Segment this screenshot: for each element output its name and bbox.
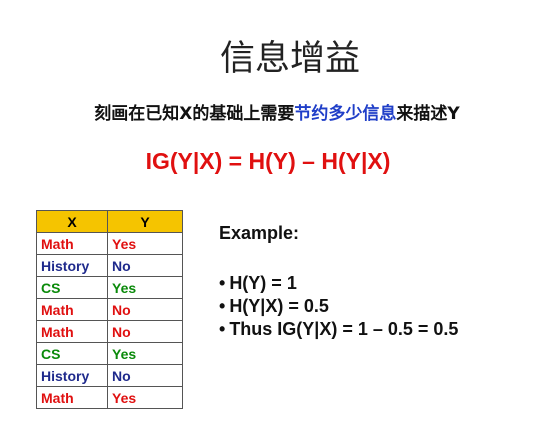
table-row: CS Yes bbox=[36, 342, 183, 365]
table-row: Math No bbox=[36, 298, 183, 321]
table-cell-y: Yes bbox=[107, 276, 183, 299]
example-bullet: • H(Y|X) = 0.5 bbox=[219, 295, 458, 318]
table-cell-y: Yes bbox=[107, 386, 183, 409]
table-row: History No bbox=[36, 254, 183, 277]
table-header-x: X bbox=[36, 210, 108, 233]
bullet-dot-icon: • bbox=[219, 273, 226, 293]
table-cell-y: No bbox=[107, 320, 183, 343]
table-cell-x: Math bbox=[36, 232, 108, 255]
example-bullet: • H(Y) = 1 bbox=[219, 272, 458, 295]
table-header-y: Y bbox=[107, 210, 183, 233]
example-bullet-text: H(Y) = 1 bbox=[229, 273, 297, 293]
table-cell-y: No bbox=[107, 298, 183, 321]
table-cell-x: Math bbox=[36, 320, 108, 343]
table-cell-x: History bbox=[36, 254, 108, 277]
subtitle-text-after: 来描述Y bbox=[396, 104, 460, 124]
subtitle-highlight: 节约多少信息 bbox=[294, 104, 397, 124]
table-cell-y: Yes bbox=[107, 342, 183, 365]
example-heading: Example: bbox=[219, 223, 300, 243]
slide-subtitle: 刻画在已知X的基础上需要节约多少信息来描述Y bbox=[0, 99, 554, 124]
slide: 信息增益 刻画在已知X的基础上需要节约多少信息来描述Y IG(Y|X) = H(… bbox=[0, 0, 554, 440]
table-row: Math Yes bbox=[36, 232, 183, 255]
table-row: Math No bbox=[36, 320, 183, 343]
table-cell-y: Yes bbox=[107, 232, 183, 255]
xy-table: X Y Math Yes History No CS Yes Math No M bbox=[36, 210, 183, 409]
subtitle-text-before: 刻画在已知X的基础上需要 bbox=[94, 104, 295, 124]
table-cell-x: History bbox=[36, 364, 108, 387]
example-bullet-text: Thus IG(Y|X) = 1 – 0.5 = 0.5 bbox=[229, 319, 459, 339]
table-header-row: X Y bbox=[36, 210, 183, 233]
bullet-dot-icon: • bbox=[219, 296, 226, 316]
table-cell-x: CS bbox=[36, 342, 108, 365]
table-cell-y: No bbox=[107, 364, 183, 387]
table-cell-x: Math bbox=[36, 298, 108, 321]
table-row: Math Yes bbox=[36, 386, 183, 409]
example-bullet-text: H(Y|X) = 0.5 bbox=[229, 296, 329, 316]
example-bullet-list: • H(Y) = 1 • H(Y|X) = 0.5 • Thus IG(Y|X) = … bbox=[219, 272, 458, 341]
table-cell-y: No bbox=[107, 254, 183, 277]
table-row: CS Yes bbox=[36, 276, 183, 299]
table-cell-x: Math bbox=[36, 386, 108, 409]
slide-title: 信息增益 bbox=[219, 39, 360, 79]
example-bullet: • Thus IG(Y|X) = 1 – 0.5 = 0.5 bbox=[219, 318, 458, 341]
information-gain-formula: IG(Y|X) = H(Y) – H(Y|X) bbox=[145, 148, 391, 174]
bullet-dot-icon: • bbox=[219, 319, 226, 339]
table-row: History No bbox=[36, 364, 183, 387]
table-cell-x: CS bbox=[36, 276, 108, 299]
